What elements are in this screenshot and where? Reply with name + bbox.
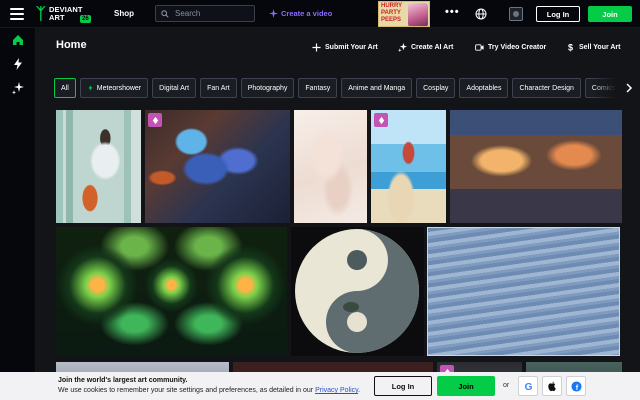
submit-art-button[interactable]: Submit Your Art bbox=[312, 43, 378, 52]
cookie-end: . bbox=[358, 387, 361, 394]
chip-all[interactable]: All bbox=[54, 78, 76, 98]
artwork-anime-beach[interactable] bbox=[371, 110, 446, 223]
logo-badge: 26 bbox=[80, 15, 91, 23]
artwork-water-ripples[interactable] bbox=[427, 227, 620, 356]
chip-photography[interactable]: Photography bbox=[240, 78, 295, 98]
category-chips: All Meteorshower Digital Art Fan Art Pho… bbox=[54, 78, 622, 98]
artwork-blue-hair-character[interactable] bbox=[145, 110, 290, 223]
search-box[interactable] bbox=[155, 5, 255, 22]
ai-sparkle-icon bbox=[398, 43, 407, 52]
join-button[interactable]: Join bbox=[588, 6, 632, 22]
shop-link[interactable]: Shop bbox=[114, 9, 134, 18]
chip-anime-manga[interactable]: Anime and Manga bbox=[341, 78, 413, 98]
more-options-icon[interactable]: ••• bbox=[445, 6, 460, 18]
try-video-creator-label: Try Video Creator bbox=[488, 44, 547, 51]
create-video-link[interactable]: Create a video bbox=[269, 9, 332, 18]
sell-art-label: Sell Your Art bbox=[579, 44, 621, 51]
logo-mark: ᛉ bbox=[36, 6, 46, 23]
artwork-green-fractal[interactable] bbox=[56, 227, 287, 356]
hamburger-menu-icon[interactable] bbox=[10, 8, 24, 20]
ad-text: HURRY PARTY PEEPS bbox=[381, 3, 403, 23]
page-title: Home bbox=[56, 39, 87, 51]
create-ai-art-label: Create AI Art bbox=[411, 44, 454, 51]
deviantart-logo[interactable]: ᛉ DEVIANT ART 26 bbox=[36, 5, 94, 25]
chips-fade bbox=[592, 78, 622, 98]
search-input[interactable] bbox=[175, 9, 245, 18]
core-badge-icon bbox=[374, 113, 388, 127]
cookie-login-button[interactable]: Log In bbox=[374, 376, 432, 396]
bolt-icon bbox=[88, 85, 93, 91]
artwork-pastel-sketch[interactable] bbox=[294, 110, 367, 223]
magic-sparkle-icon bbox=[269, 9, 278, 18]
chip-meteorshower[interactable]: Meteorshower bbox=[79, 78, 149, 98]
artwork-fox-girl-winter[interactable] bbox=[56, 110, 141, 223]
create-ai-art-button[interactable]: Create AI Art bbox=[398, 43, 453, 52]
try-video-creator-button[interactable]: Try Video Creator bbox=[475, 43, 546, 52]
search-icon bbox=[161, 9, 169, 18]
ad-banner[interactable]: HURRY PARTY PEEPS bbox=[378, 1, 430, 27]
privacy-policy-link[interactable]: Privacy Policy bbox=[315, 387, 358, 394]
artwork-tokyo-street-night[interactable] bbox=[450, 110, 622, 223]
create-video-label: Create a video bbox=[281, 9, 333, 18]
chip-meteorshower-label: Meteorshower bbox=[96, 84, 142, 92]
or-label: or bbox=[503, 382, 510, 389]
user-avatar-icon[interactable] bbox=[509, 7, 523, 21]
sparkle-icon[interactable] bbox=[11, 81, 25, 95]
cookie-heading: Join the world's largest art community. bbox=[58, 377, 188, 384]
cookie-text: We use cookies to remember your site set… bbox=[58, 387, 360, 394]
chip-digital-art[interactable]: Digital Art bbox=[152, 78, 197, 98]
main-content: Home Submit Your Art Create AI Art Try V… bbox=[36, 28, 640, 400]
plus-icon bbox=[312, 43, 321, 52]
apple-login-icon[interactable] bbox=[542, 376, 562, 396]
home-icon[interactable] bbox=[11, 33, 25, 47]
cookie-body: We use cookies to remember your site set… bbox=[58, 387, 314, 394]
ad-character-image bbox=[408, 3, 428, 26]
globe-icon[interactable] bbox=[475, 8, 487, 20]
sell-art-button[interactable]: $ Sell Your Art bbox=[566, 43, 621, 52]
chip-cosplay[interactable]: Cosplay bbox=[416, 78, 456, 98]
chevron-right-icon[interactable] bbox=[624, 83, 634, 93]
svg-text:G: G bbox=[524, 382, 532, 392]
chip-fan-art[interactable]: Fan Art bbox=[200, 78, 237, 98]
yin-yang-image bbox=[295, 229, 419, 353]
left-sidebar bbox=[0, 28, 36, 400]
logo-wordmark: DEVIANT ART bbox=[49, 5, 83, 22]
svg-text:$: $ bbox=[568, 43, 573, 52]
bolt-icon[interactable] bbox=[11, 57, 25, 71]
artwork-yin-yang-painting[interactable] bbox=[291, 227, 424, 356]
facebook-login-icon[interactable]: f bbox=[566, 376, 586, 396]
chip-character-design[interactable]: Character Design bbox=[512, 78, 581, 98]
submit-art-label: Submit Your Art bbox=[325, 44, 378, 51]
login-button[interactable]: Log In bbox=[536, 6, 580, 22]
chip-fantasy[interactable]: Fantasy bbox=[298, 78, 338, 98]
chip-adoptables[interactable]: Adoptables bbox=[459, 78, 509, 98]
dollar-icon: $ bbox=[568, 43, 573, 52]
core-badge-icon bbox=[148, 113, 162, 127]
top-bar: ᛉ DEVIANT ART 26 Shop Create a video HUR… bbox=[0, 0, 640, 28]
google-login-icon[interactable]: G bbox=[518, 376, 538, 396]
cookie-banner: Join the world's largest art community. … bbox=[0, 372, 640, 400]
cookie-join-button[interactable]: Join bbox=[437, 376, 495, 396]
video-icon bbox=[475, 44, 484, 51]
